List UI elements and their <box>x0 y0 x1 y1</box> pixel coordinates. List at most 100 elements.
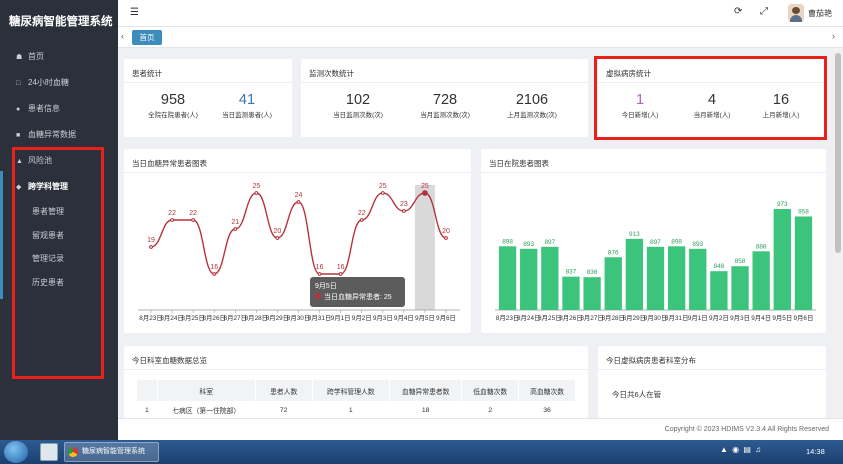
taskbar-browser-task[interactable]: 糖尿病智能管理系统 <box>64 442 159 462</box>
line-point[interactable] <box>191 218 196 222</box>
patient-stats-panel: 患者统计 958 全院在院患者(人) 41 当日监测患者(人) <box>124 59 292 137</box>
x-tick-label: 8月25日 <box>538 314 561 322</box>
x-tick-label: 8月25日 <box>181 314 204 322</box>
line-point[interactable] <box>444 236 448 240</box>
panel-title: 患者统计 <box>132 69 162 78</box>
line-point[interactable] <box>170 218 174 222</box>
app-launcher-icon[interactable] <box>40 443 58 461</box>
panel-title: 虚拟病房统计 <box>606 69 651 78</box>
tab-home[interactable]: 首页 <box>132 30 162 45</box>
x-tick-label: 8月30日 <box>287 314 310 322</box>
sidebar-item-risk-pool[interactable]: ▲ 风险池 <box>0 148 118 174</box>
x-tick-label: 8月30日 <box>644 314 667 322</box>
bar[interactable] <box>583 277 601 310</box>
data-label: 837 <box>566 269 577 276</box>
sidebar-subitem-records[interactable]: 管理记录 <box>0 247 118 271</box>
line-point[interactable] <box>317 272 322 276</box>
data-label: 893 <box>692 241 703 248</box>
dept-distribution-panel: 今日虚拟病房患者科室分布 今日共6人在管 <box>598 346 826 418</box>
avatar[interactable] <box>788 4 804 22</box>
stat-today-new: 1 今日新增(人) <box>621 92 659 119</box>
bar[interactable] <box>562 276 580 310</box>
data-label: 898 <box>502 238 513 245</box>
start-button[interactable] <box>4 441 28 463</box>
data-label: 23 <box>400 201 408 208</box>
x-tick-label: 8月26日 <box>559 314 582 322</box>
x-tick-label: 9月4日 <box>394 314 414 322</box>
scrollbar-thumb[interactable] <box>835 53 841 253</box>
x-tick-label: 8月24日 <box>517 314 540 322</box>
bar[interactable] <box>667 246 686 310</box>
line-point[interactable] <box>401 209 406 213</box>
data-label: 20 <box>442 228 450 235</box>
line-chart: 19 22 22 16 21 25 20 24 16 16 22 25 23 25 20 8月23日8月24日… <box>138 183 460 322</box>
stat-last-month-monitoring: 2106 上月监测次数(次) <box>507 92 557 119</box>
data-label: 973 <box>777 201 788 208</box>
bar[interactable] <box>752 251 770 310</box>
bar[interactable] <box>498 246 517 310</box>
line-point[interactable] <box>233 227 238 231</box>
bar[interactable] <box>541 246 559 310</box>
data-label: 19 <box>147 237 155 244</box>
system-tray-icons[interactable]: ▲ ◉ ▤ ♫ <box>720 445 762 454</box>
x-tick-label: 9月5日 <box>772 314 792 322</box>
x-tick-label: 9月2日 <box>709 314 729 322</box>
line-point[interactable] <box>275 236 280 240</box>
data-label: 836 <box>587 269 598 276</box>
bar[interactable] <box>604 257 622 310</box>
expand-icon[interactable]: ⤢ <box>760 6 768 17</box>
footer: Copyright © 2023 HDIMS V2.3.4 All Rights… <box>118 418 843 440</box>
data-label: 16 <box>316 264 324 271</box>
sidebar-item-24h-glucose[interactable]: □ 24小时血糖 <box>0 70 118 96</box>
stat-daily-monitoring: 102 当日监测次数(次) <box>333 92 383 119</box>
copyright-text: Copyright © 2023 HDIMS V2.3.4 All Rights… <box>664 426 829 433</box>
refresh-icon[interactable]: ⟳ <box>734 6 742 17</box>
sidebar-item-patient-info[interactable]: ● 患者信息 <box>0 96 118 122</box>
app-title: 糖尿病智能管理系统 <box>9 16 113 28</box>
bar[interactable] <box>689 248 707 310</box>
line-point[interactable] <box>359 218 364 222</box>
hamburger-icon[interactable]: ☰ <box>130 7 139 18</box>
x-tick-label: 8月29日 <box>623 314 646 322</box>
sidebar-subitem-observation[interactable]: 留观患者 <box>0 224 118 248</box>
sidebar-item-home[interactable]: ☗ 首页 <box>0 44 118 70</box>
bar[interactable] <box>731 266 749 310</box>
x-tick-label: 9月2日 <box>352 314 372 322</box>
table-row[interactable]: 1 七病区（第一住院部） 72 1 18 2 36 <box>136 401 576 418</box>
bar[interactable] <box>646 246 665 310</box>
data-label: 893 <box>523 241 534 248</box>
bar[interactable] <box>625 238 644 310</box>
line-point[interactable] <box>338 272 343 276</box>
bar[interactable] <box>520 248 538 310</box>
page-scrollbar[interactable] <box>833 48 843 418</box>
data-label: 913 <box>629 231 640 238</box>
user-name[interactable]: 曹茄艳 <box>808 8 832 19</box>
bar[interactable] <box>710 271 728 310</box>
line-point[interactable] <box>296 200 301 204</box>
data-label: 25 <box>379 183 387 190</box>
data-label: 22 <box>358 210 366 217</box>
chart-tooltip: 9月5日 当日血糖异常患者: 25 <box>310 277 405 307</box>
tab-scroll-right-icon[interactable]: › <box>832 31 835 41</box>
sidebar-subitem-history[interactable]: 历史患者 <box>0 271 118 295</box>
bar[interactable] <box>794 216 813 310</box>
line-point[interactable] <box>149 245 153 249</box>
bar[interactable] <box>773 209 791 310</box>
x-tick-label: 8月26日 <box>202 314 225 322</box>
line-point[interactable] <box>380 191 385 195</box>
line-point[interactable] <box>212 272 217 276</box>
x-tick-label: 8月23日 <box>139 314 162 322</box>
taskbar-clock: 14:38 <box>806 447 825 456</box>
x-tick-label: 8月27日 <box>580 314 603 322</box>
sidebar-subitem-patient-management[interactable]: 患者管理 <box>0 200 118 224</box>
sidebar-item-interdisciplinary[interactable]: ◆ 跨学科管理 <box>0 174 118 200</box>
line-point[interactable] <box>254 191 259 195</box>
panel-title: 今日虚拟病房患者科室分布 <box>606 356 696 365</box>
inpatient-chart-panel: 当日在院患者图表 898 8月23日 893 8月24日 897 8月25日 837 8月26… <box>481 149 826 333</box>
tooltip-series: 当日血糖异常患者: <box>324 294 382 301</box>
sidebar-item-abnormal-glucose[interactable]: ■ 血糖异常数据 <box>0 122 118 148</box>
line-point[interactable] <box>422 190 428 196</box>
x-tick-label: 9月4日 <box>751 314 771 322</box>
tab-scroll-left-icon[interactable]: ‹ <box>121 31 124 41</box>
data-label: 24 <box>295 192 303 199</box>
